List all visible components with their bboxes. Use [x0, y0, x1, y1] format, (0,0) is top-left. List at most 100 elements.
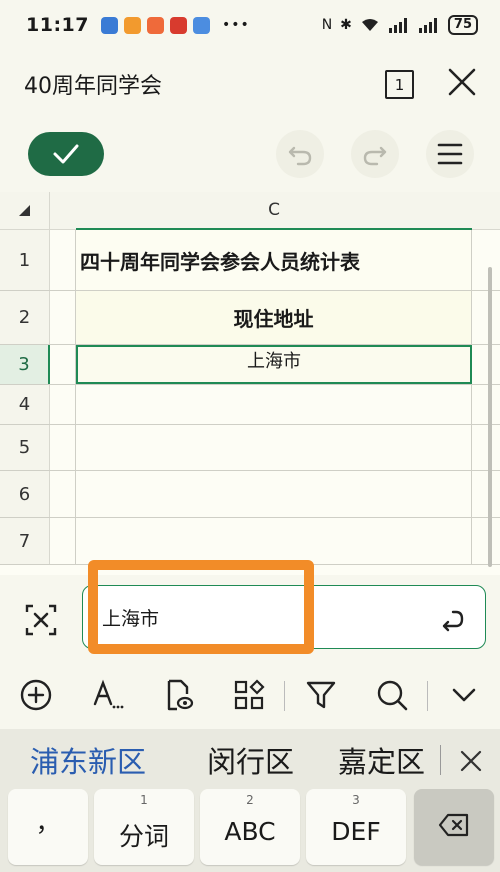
- title-bar: 40周年同学会 1: [0, 50, 500, 118]
- row-number[interactable]: 6: [0, 471, 50, 517]
- signal-icon-2: [418, 18, 437, 33]
- undo-button[interactable]: [276, 130, 324, 178]
- candidate-item[interactable]: 闵行区: [207, 739, 294, 781]
- formula-input[interactable]: 上海市: [82, 585, 486, 649]
- chevron-down-icon: [452, 688, 476, 702]
- more-notifications-icon: •••: [221, 17, 250, 33]
- toolbar-divider: [427, 681, 428, 711]
- cell-c5[interactable]: [76, 425, 472, 470]
- app-notification-icon: [146, 16, 164, 34]
- menu-button[interactable]: [426, 130, 474, 178]
- cell-c2[interactable]: 现住地址: [76, 291, 472, 344]
- status-time: 11:17: [26, 14, 89, 36]
- cell-c6[interactable]: [76, 471, 472, 517]
- row-number[interactable]: 2: [0, 291, 50, 344]
- redo-icon: [363, 146, 387, 166]
- candidate-bar: 浦东新区 闵行区 嘉定区: [0, 729, 500, 785]
- close-icon[interactable]: [446, 66, 478, 98]
- filter-icon: [306, 681, 336, 709]
- column-b-cell[interactable]: [50, 230, 76, 290]
- candidate-divider: [440, 745, 441, 775]
- column-b-cell[interactable]: [50, 425, 76, 470]
- cell-c7[interactable]: [76, 518, 472, 564]
- wifi-icon: [361, 19, 378, 31]
- formula-bar: 上海市: [0, 575, 500, 667]
- corner-triangle-icon: [19, 205, 30, 216]
- row-number[interactable]: 1: [0, 230, 50, 290]
- vertical-scrollbar[interactable]: [488, 267, 492, 567]
- checkmark-icon: [53, 144, 79, 164]
- collapse-button[interactable]: [444, 675, 484, 715]
- cell-c1[interactable]: 四十周年同学会参会人员统计表: [76, 230, 472, 290]
- column-header-row: C: [0, 192, 500, 230]
- plus-circle-icon: [20, 679, 52, 711]
- column-b-cell[interactable]: [50, 518, 76, 564]
- column-b-cell[interactable]: [50, 385, 76, 424]
- undo-icon: [288, 146, 312, 166]
- file-view-button[interactable]: [158, 675, 198, 715]
- sheet-count-button[interactable]: 1: [385, 70, 414, 99]
- redo-button[interactable]: [351, 130, 399, 178]
- search-icon: [377, 680, 408, 711]
- key-label: DEF: [331, 817, 381, 846]
- table-row: 1 四十周年同学会参会人员统计表: [0, 230, 500, 291]
- search-button[interactable]: [372, 675, 412, 715]
- confirm-button[interactable]: [28, 132, 104, 176]
- close-candidates-icon[interactable]: [457, 747, 485, 775]
- candidate-item[interactable]: 嘉定区: [338, 739, 425, 781]
- apps-button[interactable]: [229, 675, 269, 715]
- table-row: 2 现住地址: [0, 291, 500, 345]
- table-row: 4: [0, 385, 500, 425]
- table-row: 7: [0, 518, 500, 565]
- candidate-item[interactable]: 浦东新区: [30, 739, 146, 781]
- toolbar-divider: [284, 681, 285, 711]
- key-2[interactable]: 2 ABC: [200, 789, 300, 865]
- app-notification-icon: [123, 16, 141, 34]
- app-notification-icon: [169, 16, 187, 34]
- key-number: 2: [246, 793, 254, 807]
- text-format-button[interactable]: [87, 675, 127, 715]
- status-bar: 11:17 ••• N ✱ 75: [0, 0, 500, 50]
- column-header-c[interactable]: C: [76, 192, 472, 230]
- key-comma[interactable]: ，: [8, 789, 88, 865]
- column-b-cell[interactable]: [50, 345, 76, 384]
- signal-icon: [388, 18, 407, 33]
- row-number[interactable]: 5: [0, 425, 50, 470]
- key-label: ，: [35, 808, 61, 837]
- filter-button[interactable]: [301, 675, 341, 715]
- bluetooth-icon: ✱: [340, 17, 352, 33]
- battery-indicator: 75: [447, 15, 478, 35]
- function-icon[interactable]: [24, 603, 58, 637]
- app-notification-icon: [192, 16, 210, 34]
- app-notification-icon: [100, 16, 118, 34]
- key-number: 3: [352, 793, 360, 807]
- format-toolbar: [0, 667, 500, 729]
- row-number[interactable]: 7: [0, 518, 50, 564]
- sheet-count-label: 1: [394, 75, 405, 94]
- key-3[interactable]: 3 DEF: [306, 789, 406, 865]
- row-number[interactable]: 4: [0, 385, 50, 424]
- key-number: 1: [140, 793, 148, 807]
- row-number-active[interactable]: 3: [0, 345, 50, 384]
- status-right: N ✱ 75: [322, 15, 478, 35]
- backspace-icon: [438, 813, 469, 837]
- document-title: 40周年同学会: [24, 74, 162, 99]
- cell-c3-selected[interactable]: 上海市: [76, 345, 472, 384]
- enter-icon[interactable]: [438, 605, 466, 633]
- table-row: 5: [0, 425, 500, 471]
- key-1[interactable]: 1 分词: [94, 789, 194, 865]
- cell-c4[interactable]: [76, 385, 472, 424]
- menu-icon: [437, 143, 463, 165]
- nfc-icon: N: [321, 17, 333, 33]
- column-b-cell[interactable]: [50, 291, 76, 344]
- input-method-keyboard: 浦东新区 闵行区 嘉定区 ， 1 分词 2 ABC 3 DEF: [0, 729, 500, 872]
- select-all-corner[interactable]: [0, 192, 50, 230]
- formula-input-text: 上海市: [102, 607, 160, 630]
- column-b-cell[interactable]: [50, 471, 76, 517]
- insert-button[interactable]: [16, 675, 56, 715]
- text-format-icon: [93, 679, 124, 709]
- key-label: ABC: [224, 817, 276, 846]
- table-row: 6: [0, 471, 500, 518]
- backspace-key[interactable]: [414, 789, 494, 865]
- spreadsheet-grid: C 1 四十周年同学会参会人员统计表 2 现住地址 3 上海市 4 5 6 7: [0, 192, 500, 575]
